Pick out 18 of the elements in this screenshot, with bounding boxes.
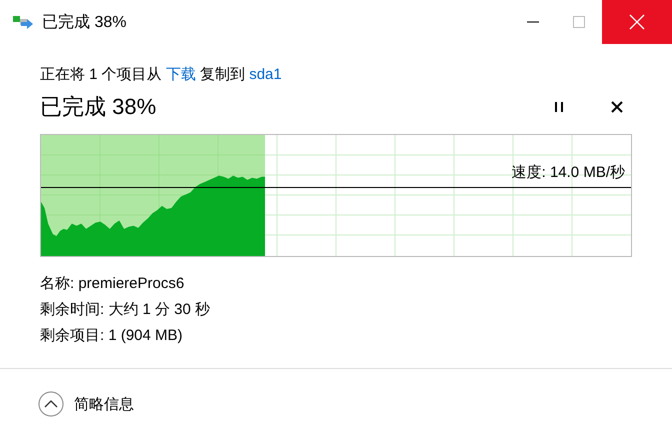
close-button[interactable] (602, 0, 672, 44)
copy-description: 正在将 1 个项目从 下载 复制到 sda1 (40, 65, 283, 85)
chevron-up-icon (38, 391, 64, 417)
folder-link[interactable]: 下载 (166, 66, 196, 83)
detail-text: 剩余项目: 1 (904 MB) (40, 326, 184, 346)
pause-icon (554, 101, 564, 113)
close-icon (629, 14, 645, 30)
folder-link[interactable]: sda1 (249, 66, 282, 83)
minimize-icon (527, 21, 539, 23)
maximize-icon (572, 15, 586, 29)
speed-label: 速度: 14.0 MB/秒 (512, 163, 625, 182)
window-title: 已完成 38% (42, 12, 126, 32)
progress-heading: 已完成 38% (40, 93, 156, 121)
detail-text: 名称: premiereProcs6 (40, 274, 186, 294)
collapse-details-button[interactable]: 简略信息 (38, 391, 134, 417)
copy-icon (12, 14, 34, 30)
detail-text: 剩余时间: 大约 1 分 30 秒 (40, 300, 212, 320)
close-icon (610, 100, 624, 114)
